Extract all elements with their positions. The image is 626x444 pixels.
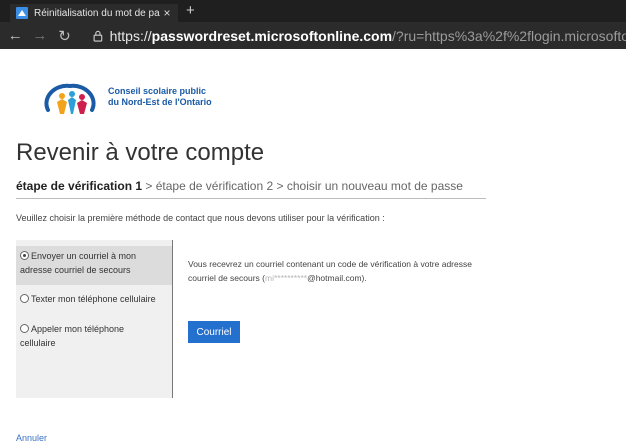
tab-strip: Réinitialisation du mot de passe × + [0,0,626,22]
organization-name-line2: du Nord-Est de l'Ontario [108,97,212,107]
verification-steps: étape de vérification 1 > étape de vérif… [16,179,463,193]
method-email-label: Envoyer un courriel à mon adresse courri… [20,251,137,275]
organization-name: Conseil scolaire public du Nord-Est de l… [108,86,212,108]
refresh-icon[interactable]: ↻ [55,27,74,45]
method-description: Vous recevrez un courriel contenant un c… [188,257,488,285]
organization-name-line1: Conseil scolaire public [108,86,207,96]
method-text-option[interactable]: Texter mon téléphone cellulaire [16,292,172,306]
close-tab-icon[interactable]: × [160,6,174,20]
lock-icon[interactable] [92,29,104,43]
email-domain: @hotmail.com). [307,273,367,283]
url-host: passwordreset.microsoftonline.com [151,27,393,44]
method-email-option[interactable]: Envoyer un courriel à mon adresse courri… [16,246,172,285]
method-call-label: Appeler mon téléphone cellulaire [20,324,125,348]
cancel-link[interactable]: Annuler [16,433,47,443]
step-2: étape de vérification 2 [155,179,274,193]
step-separator: > [142,179,156,193]
page-title: Revenir à votre compte [16,139,265,166]
url-query: /?ru=https%3a%2f%2flogin.microsoftonline… [392,27,626,44]
method-email-radio[interactable] [20,251,29,260]
method-text-label: Texter mon téléphone cellulaire [31,294,156,304]
methods-divider [172,240,173,398]
method-call-radio[interactable] [20,324,29,333]
step-3: choisir un nouveau mot de passe [286,179,463,193]
masked-email: mi********** [265,273,308,283]
new-tab-icon[interactable]: + [186,2,195,20]
method-text-radio[interactable] [20,294,29,303]
tab-title: Réinitialisation du mot de passe [34,7,160,19]
step-1-current: étape de vérification 1 [16,179,143,193]
school-board-logo [44,83,96,114]
email-button[interactable]: Courriel [188,321,240,343]
instruction-text: Veuillez choisir la première méthode de … [16,213,385,223]
contact-method-list: Envoyer un courriel à mon adresse courri… [16,240,172,398]
url-protocol: https:// [109,27,152,44]
browser-tab[interactable]: Réinitialisation du mot de passe × [10,4,178,22]
url-field[interactable]: https://passwordreset.microsoftonline.co… [110,28,626,44]
password-reset-favicon-icon [16,7,28,19]
back-icon[interactable]: ← [6,27,25,44]
step-separator: > [273,179,287,193]
steps-divider [16,198,486,199]
forward-icon[interactable]: → [31,27,50,44]
method-call-option[interactable]: Appeler mon téléphone cellulaire [16,322,144,350]
address-bar: ← → ↻ https://passwordreset.microsoftonl… [0,22,626,49]
